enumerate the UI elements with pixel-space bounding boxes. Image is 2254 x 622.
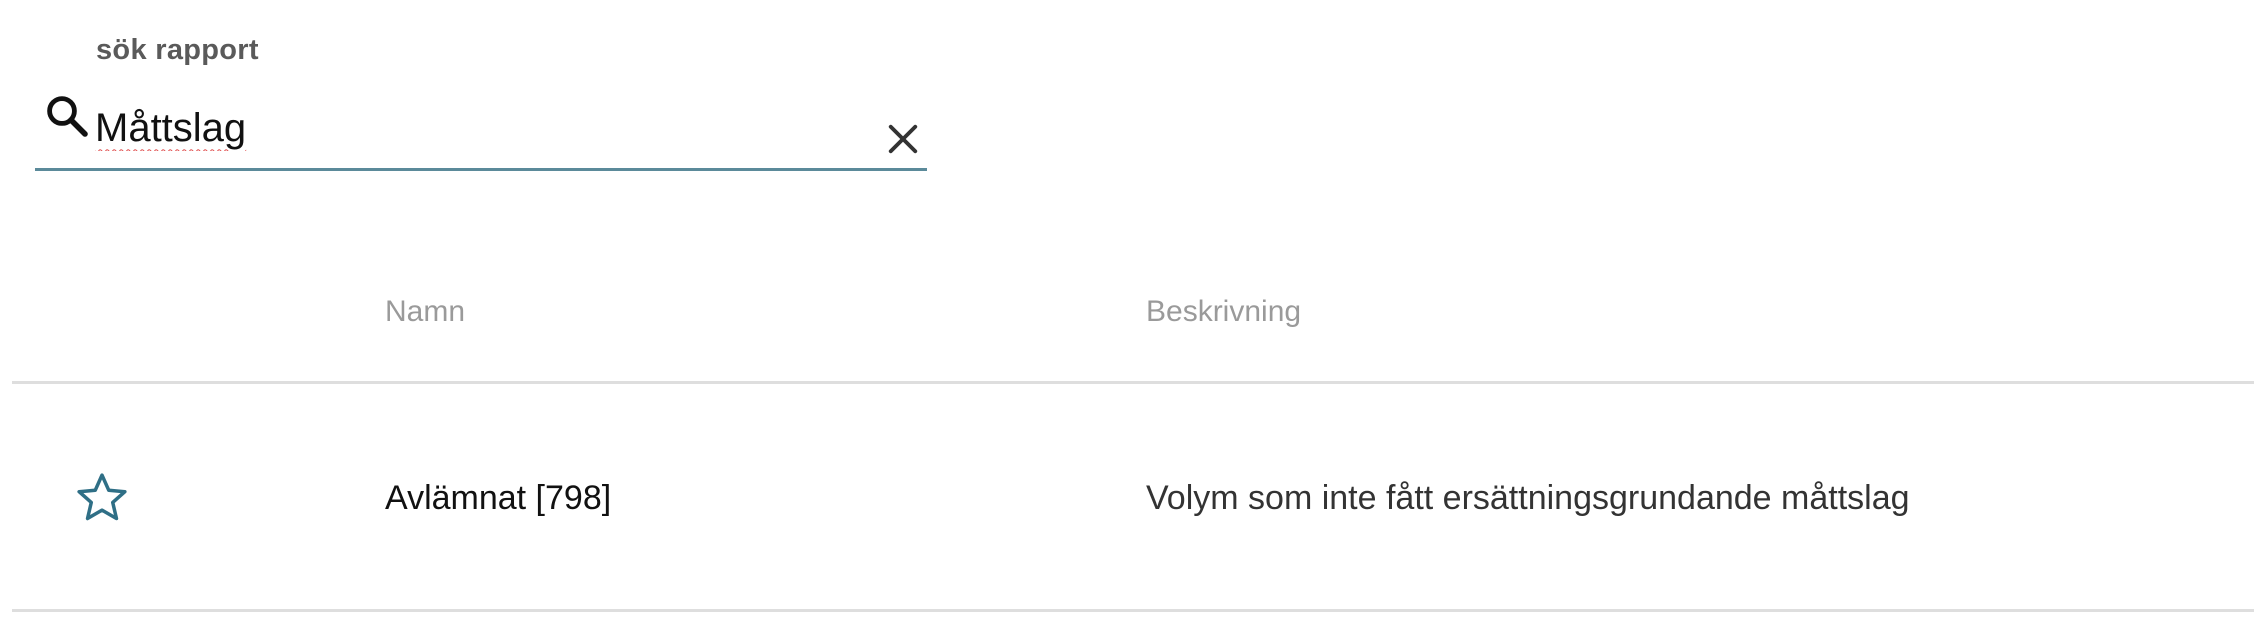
search-underline [35, 168, 927, 171]
table-header: Namn Beskrivning [12, 245, 2254, 384]
close-icon[interactable] [882, 118, 924, 160]
search-label: sök rapport [96, 34, 259, 66]
report-search: sök rapport [35, 30, 927, 180]
search-input[interactable] [95, 100, 875, 156]
report-description: Volym som inte fått ersättningsgrundande… [1146, 479, 1910, 517]
column-header-description[interactable]: Beskrivning [1146, 295, 1301, 329]
search-icon [47, 96, 88, 137]
report-table: Namn Beskrivning Avlämnat [798] Volym so… [12, 245, 2254, 612]
star-outline-icon[interactable] [74, 470, 130, 526]
table-row[interactable]: Avlämnat [798] Volym som inte fått ersät… [12, 384, 2254, 612]
report-name[interactable]: Avlämnat [798] [385, 479, 611, 518]
column-header-name[interactable]: Namn [385, 295, 465, 329]
